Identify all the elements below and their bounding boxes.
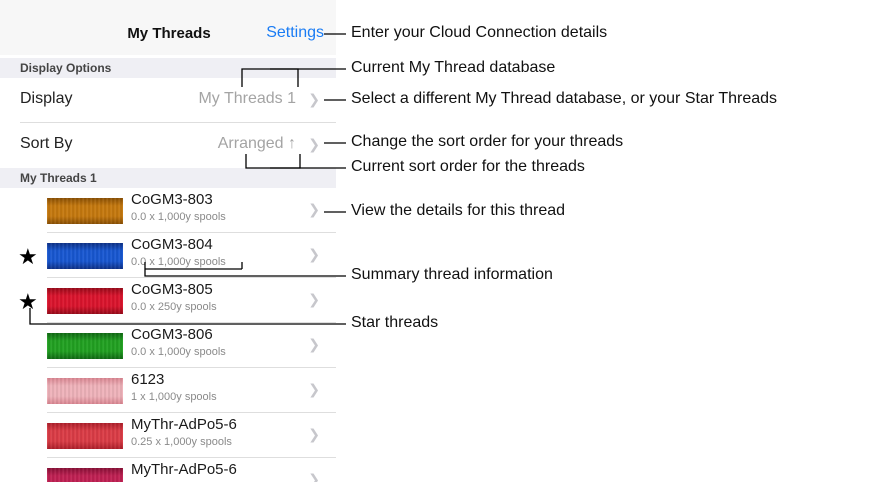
callout-cloud: Enter your Cloud Connection details (351, 24, 608, 41)
callout-summary: Summary thread information (351, 266, 553, 283)
callout-select-db: Select a different My Thread database, o… (351, 90, 778, 107)
callout-star: Star threads (351, 314, 439, 331)
callout-current-sort: Current sort order for the threads (351, 158, 585, 175)
callout-current-db: Current My Thread database (351, 59, 556, 76)
callout-change-sort: Change the sort order for your threads (351, 133, 624, 150)
callout-view-details: View the details for this thread (351, 202, 566, 219)
